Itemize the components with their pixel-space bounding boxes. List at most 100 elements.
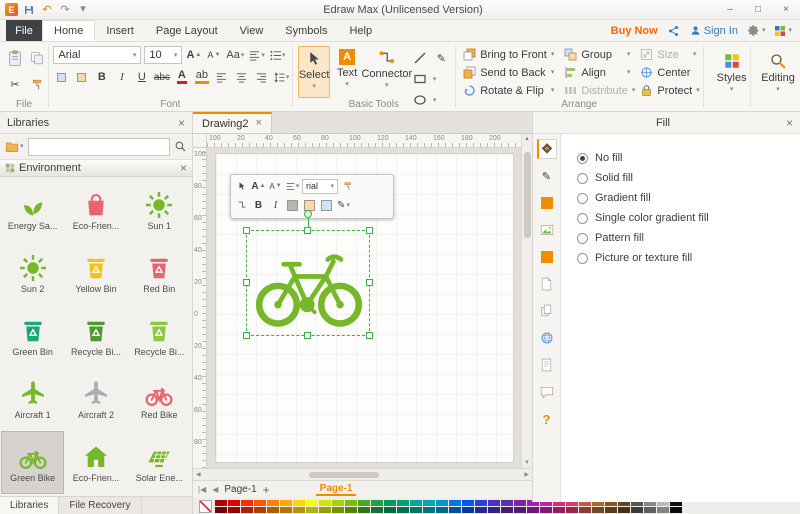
tab-libraries[interactable]: Libraries — [0, 497, 60, 514]
radio-icon[interactable] — [577, 172, 588, 184]
no-color-swatch[interactable] — [199, 499, 212, 513]
highlight-button[interactable]: ab — [193, 68, 210, 86]
color-swatch[interactable] — [410, 506, 422, 513]
maximize-button[interactable]: □ — [744, 0, 772, 19]
tab-view[interactable]: View — [229, 20, 275, 41]
color-swatch[interactable] — [358, 499, 370, 506]
color-swatch[interactable] — [267, 499, 279, 506]
color-swatch[interactable] — [254, 499, 266, 506]
document-tab[interactable]: Drawing2 × — [193, 112, 272, 133]
share-icon[interactable] — [667, 24, 681, 38]
selection-handle[interactable] — [366, 227, 373, 234]
mini-font-select[interactable]: rial ▾ — [302, 178, 338, 194]
mini-line-icon[interactable] — [319, 197, 334, 213]
scroll-down-icon[interactable]: ▼ — [524, 458, 530, 468]
selection-handle[interactable] — [243, 227, 250, 234]
hyperlink-globe-icon[interactable] — [537, 328, 557, 348]
font-color-button[interactable]: A — [173, 68, 190, 86]
radio-icon[interactable] — [577, 252, 588, 264]
library-item[interactable]: Red Bike — [128, 368, 191, 431]
list-menu-button[interactable]: ▾ — [269, 46, 287, 64]
drawing-page[interactable]: A ▲ A ▼ ▾ rial ▾ B I ✎ ▾ — [215, 153, 514, 463]
color-swatch[interactable] — [423, 506, 435, 513]
color-swatch[interactable] — [527, 506, 539, 513]
document-tab-close-icon[interactable]: × — [255, 118, 261, 129]
color-swatch[interactable] — [228, 506, 240, 513]
color-swatch[interactable] — [371, 506, 383, 513]
selection-handle[interactable] — [243, 332, 250, 339]
color-swatch[interactable] — [436, 506, 448, 513]
color-swatch[interactable] — [410, 499, 422, 506]
style-pickup-icon[interactable] — [53, 68, 70, 86]
color-swatch[interactable] — [436, 499, 448, 506]
change-case-button[interactable]: Aa ▾ — [225, 46, 245, 64]
tab-home[interactable]: Home — [42, 20, 96, 41]
bicycle-shape[interactable] — [252, 237, 366, 331]
mini-align-button[interactable]: ▾ — [285, 178, 300, 194]
theme-swatch-icon[interactable] — [537, 247, 557, 267]
fill-panel-close-icon[interactable]: × — [786, 117, 793, 129]
library-item[interactable]: Energy Sa... — [1, 179, 64, 242]
color-swatch[interactable] — [514, 499, 526, 506]
mini-format-painter-icon[interactable] — [340, 178, 355, 194]
color-swatch[interactable] — [540, 506, 552, 513]
color-swatch[interactable] — [384, 506, 396, 513]
theme-switcher-button[interactable]: ▾ — [774, 25, 792, 37]
align-menu-button[interactable]: ▾ — [248, 46, 266, 64]
color-swatch[interactable] — [501, 506, 513, 513]
sign-in-link[interactable]: Sign In — [690, 25, 738, 37]
paste-button[interactable] — [6, 49, 24, 67]
color-swatch[interactable] — [605, 506, 617, 513]
underline-button[interactable]: U — [133, 68, 150, 86]
library-group-header[interactable]: Environment × — [0, 160, 192, 177]
color-swatch[interactable] — [215, 499, 227, 506]
selection-handle[interactable] — [243, 279, 250, 286]
library-item[interactable]: Recycle Bi... — [64, 305, 127, 368]
fill-option[interactable]: Gradient fill — [577, 188, 800, 208]
rectangle-tool-icon[interactable] — [412, 70, 429, 88]
selection-handle[interactable] — [366, 279, 373, 286]
color-swatch[interactable] — [293, 506, 305, 513]
comment-icon[interactable] — [537, 382, 557, 402]
canvas-area[interactable]: A ▲ A ▼ ▾ rial ▾ B I ✎ ▾ — [207, 148, 521, 468]
undo-icon[interactable]: ↶ — [40, 3, 54, 17]
color-swatch[interactable] — [657, 506, 669, 513]
fill-option[interactable]: Solid fill — [577, 168, 800, 188]
copy-button[interactable] — [29, 49, 46, 67]
color-swatch[interactable] — [319, 499, 331, 506]
align-center-icon[interactable] — [233, 68, 250, 86]
selection-handle[interactable] — [366, 332, 373, 339]
shape-selection[interactable] — [243, 210, 373, 339]
solid-swatch-icon[interactable] — [537, 193, 557, 213]
mini-italic-button[interactable]: I — [268, 197, 283, 213]
vertical-scrollbar[interactable]: ▲ ▼ — [521, 134, 532, 468]
library-item[interactable]: Red Bin — [128, 242, 191, 305]
shrink-font-button[interactable]: A ▼ — [205, 46, 222, 64]
page-tab[interactable]: Page-1 — [224, 484, 256, 495]
first-page-icon[interactable]: |◀ — [198, 485, 206, 494]
libraries-close-icon[interactable]: × — [178, 117, 185, 129]
save-icon[interactable] — [22, 3, 36, 17]
color-swatch[interactable] — [566, 506, 578, 513]
scroll-up-icon[interactable]: ▲ — [524, 134, 530, 144]
library-item[interactable]: Eco-Frien... — [64, 179, 127, 242]
center-button[interactable]: Center — [637, 64, 699, 81]
tab-page-layout[interactable]: Page Layout — [145, 20, 229, 41]
color-swatch[interactable] — [475, 499, 487, 506]
color-swatch[interactable] — [644, 506, 656, 513]
color-swatch[interactable] — [241, 499, 253, 506]
color-swatch[interactable] — [358, 506, 370, 513]
picture-tool-icon[interactable] — [537, 220, 557, 240]
fill-option[interactable]: No fill — [577, 148, 800, 168]
connector-tool-button[interactable]: Connector ▾ — [361, 46, 412, 98]
italic-button[interactable]: I — [113, 68, 130, 86]
color-swatch[interactable] — [371, 499, 383, 506]
strikethrough-button[interactable]: abc — [153, 68, 170, 86]
add-page-button[interactable]: + — [263, 483, 270, 497]
line-tool-icon[interactable] — [412, 49, 429, 67]
tab-help[interactable]: Help — [338, 20, 383, 41]
color-swatch[interactable] — [332, 499, 344, 506]
help-icon[interactable]: ? — [537, 409, 557, 429]
previous-page-icon[interactable]: ◀ — [212, 485, 218, 494]
color-swatch[interactable] — [254, 506, 266, 513]
